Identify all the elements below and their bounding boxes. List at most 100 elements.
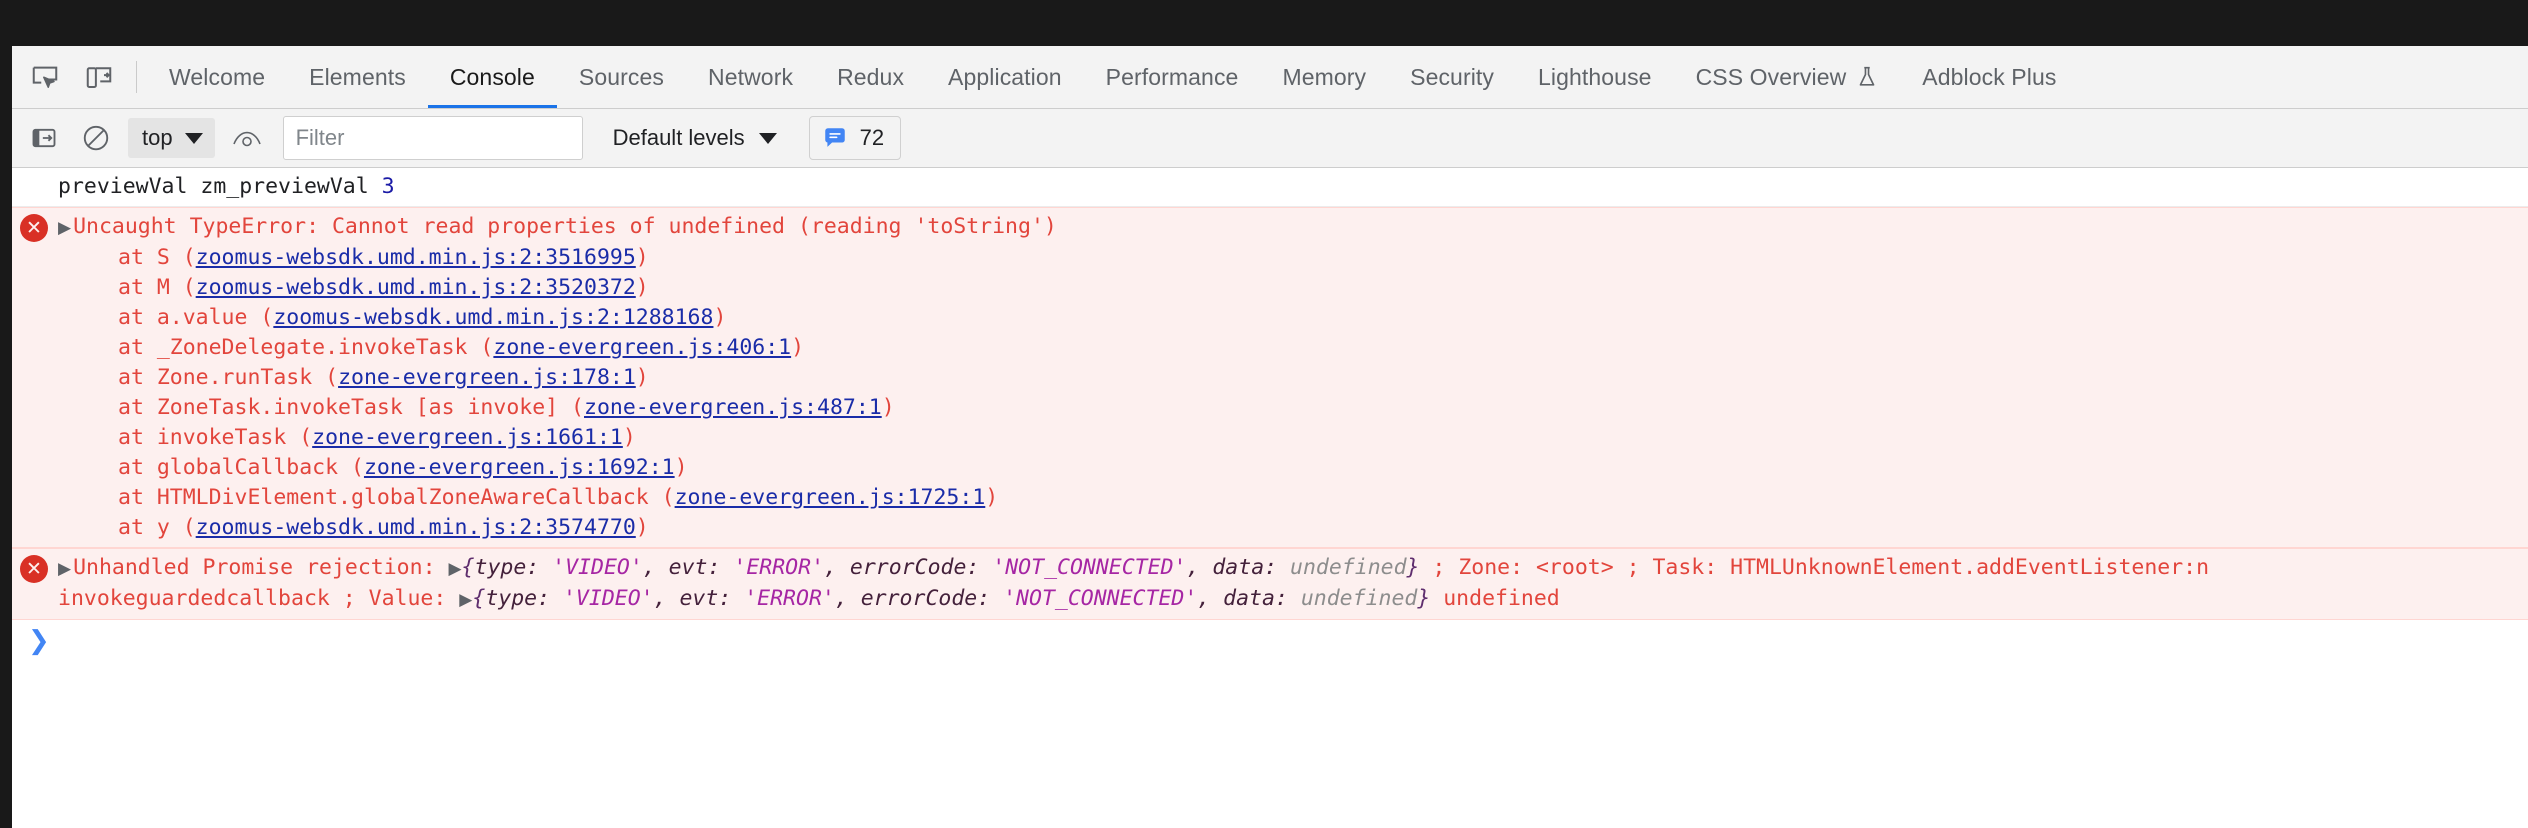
error-object-preview[interactable]: {type: 'VIDEO', evt: 'ERROR', errorCode:… xyxy=(462,555,1420,580)
stack-frame: at globalCallback (zone-evergreen.js:169… xyxy=(58,453,1057,483)
tab-lighthouse[interactable]: Lighthouse xyxy=(1516,46,1674,108)
object-value: 'ERROR' xyxy=(733,555,825,580)
inspect-element-icon[interactable] xyxy=(18,50,72,104)
expand-arrow-icon[interactable]: ▶ xyxy=(58,559,71,579)
object-key: evt: xyxy=(679,586,745,611)
tab-label: Lighthouse xyxy=(1538,63,1652,90)
filter-input[interactable]: Filter xyxy=(282,116,583,160)
source-link[interactable]: zone-evergreen.js:1692:1 xyxy=(364,455,675,480)
object-key: type: xyxy=(474,555,553,580)
object-value-undefined: undefined xyxy=(1290,555,1407,580)
tab-network[interactable]: Network xyxy=(686,46,815,108)
tab-sources[interactable]: Sources xyxy=(557,46,686,108)
tab-security[interactable]: Security xyxy=(1388,46,1516,108)
expand-arrow-icon[interactable]: ▶ xyxy=(58,218,71,238)
source-link[interactable]: zone-evergreen.js:487:1 xyxy=(584,395,882,420)
stack-frame: at invokeTask (zone-evergreen.js:1661:1) xyxy=(58,423,1057,453)
stack-frame-prefix: at S ( xyxy=(118,245,196,270)
stack-frame-prefix: at ZoneTask.invokeTask [as invoke] ( xyxy=(118,395,584,420)
tab-label: Security xyxy=(1410,63,1495,90)
stack-frame-suffix: ) xyxy=(622,425,636,450)
speech-bubble-icon xyxy=(822,125,848,151)
tab-elements[interactable]: Elements xyxy=(287,46,428,108)
tab-redux[interactable]: Redux xyxy=(815,46,926,108)
devtools-panel: Welcome Elements Console Sources Network… xyxy=(12,46,2528,828)
stack-frame-suffix: ) xyxy=(635,275,649,300)
source-link[interactable]: zoomus-websdk.umd.min.js:2:3520372 xyxy=(196,275,636,300)
console-error-message[interactable]: ✕ ▶Unhandled Promise rejection: ▶{type: … xyxy=(12,548,2528,620)
error-second-line: invokeguardedcallback ; Value: ▶{type: '… xyxy=(58,584,2209,615)
stack-frame: at ZoneTask.invokeTask [as invoke] (zone… xyxy=(58,393,1057,423)
tab-label: Sources xyxy=(578,63,664,90)
browser-top-strip xyxy=(0,0,2528,46)
object-value: 'VIDEO' xyxy=(562,586,654,611)
console-error-message[interactable]: ✕ ▶Uncaught TypeError: Cannot read prope… xyxy=(12,207,2528,548)
console-message-list[interactable]: previewVal zm_previewVal 3 ✕ ▶Uncaught T… xyxy=(12,168,2528,828)
error-title: Unhandled Promise rejection: xyxy=(73,555,449,580)
stack-frame-prefix: at _ZoneDelegate.invokeTask ( xyxy=(118,335,494,360)
tab-label: Welcome xyxy=(169,63,266,90)
log-message-value: 3 xyxy=(381,174,395,199)
error-title: Uncaught TypeError: Cannot read properti… xyxy=(73,214,1057,239)
clear-console-icon[interactable] xyxy=(72,116,120,160)
source-link[interactable]: zone-evergreen.js:1725:1 xyxy=(675,485,986,510)
object-value: 'NOT_CONNECTED' xyxy=(1003,586,1198,611)
tab-performance[interactable]: Performance xyxy=(1084,46,1261,108)
log-message-body: previewVal zm_previewVal 3 xyxy=(58,172,395,202)
stack-frame-prefix: at globalCallback ( xyxy=(118,455,364,480)
tab-label: Performance xyxy=(1105,63,1239,90)
tab-application[interactable]: Application xyxy=(926,46,1084,108)
source-link[interactable]: zone-evergreen.js:406:1 xyxy=(493,335,791,360)
object-expand-arrow-icon[interactable]: ▶ xyxy=(448,559,461,579)
console-log-message[interactable]: previewVal zm_previewVal 3 xyxy=(12,168,2528,207)
stack-frame: at y (zoomus-websdk.umd.min.js:2:3574770… xyxy=(58,513,1057,543)
source-link[interactable]: zoomus-websdk.umd.min.js:2:3516995 xyxy=(196,245,636,270)
stack-frame-prefix: at invokeTask ( xyxy=(118,425,313,450)
error-line2-prefix: invokeguardedcallback ; Value: xyxy=(58,586,460,611)
tab-console[interactable]: Console xyxy=(428,46,557,108)
object-value: 'VIDEO' xyxy=(552,555,643,580)
log-levels-value: Default levels xyxy=(612,125,745,150)
tab-memory[interactable]: Memory xyxy=(1260,46,1388,108)
left-dark-rail xyxy=(0,46,12,828)
error-message-body: ▶Unhandled Promise rejection: ▶{type: 'V… xyxy=(58,553,2209,615)
source-link[interactable]: zoomus-websdk.umd.min.js:2:1288168 xyxy=(273,305,713,330)
tab-label: Adblock Plus xyxy=(1922,63,2057,90)
object-open-brace: { xyxy=(461,555,475,580)
tab-css-overview[interactable]: CSS Overview xyxy=(1674,46,1901,108)
tab-adblock-plus[interactable]: Adblock Plus xyxy=(1900,46,2078,108)
source-link[interactable]: zone-evergreen.js:1661:1 xyxy=(312,425,623,450)
tab-label: Redux xyxy=(837,63,905,90)
tab-welcome[interactable]: Welcome xyxy=(147,46,287,108)
log-message-text: previewVal zm_previewVal xyxy=(58,174,382,199)
stack-frame: at S (zoomus-websdk.umd.min.js:2:3516995… xyxy=(58,243,1057,273)
execution-context-selector[interactable]: top xyxy=(128,118,215,158)
stack-frame-suffix: ) xyxy=(635,515,649,540)
create-live-expression-icon[interactable] xyxy=(219,116,275,160)
object-key: errorCode: xyxy=(849,555,993,580)
error-circle-icon: ✕ xyxy=(20,214,48,242)
source-link[interactable]: zone-evergreen.js:178:1 xyxy=(338,365,636,390)
stack-frame-prefix: at M ( xyxy=(118,275,196,300)
console-sidebar-toggle[interactable] xyxy=(20,116,68,160)
message-count-badge[interactable]: 72 xyxy=(808,116,902,160)
device-toolbar-icon[interactable] xyxy=(72,50,126,104)
stack-frame-suffix: ) xyxy=(881,395,895,420)
error-tail-text: ; Zone: <root> ; Task: HTMLUnknownElemen… xyxy=(1419,555,2210,580)
object-separator: , xyxy=(642,555,669,580)
source-link[interactable]: zoomus-websdk.umd.min.js:2:3574770 xyxy=(196,515,636,540)
console-prompt[interactable]: ❯ xyxy=(12,620,2528,656)
execution-context-value: top xyxy=(142,125,173,150)
prompt-caret-icon: ❯ xyxy=(28,626,50,656)
chevron-down-icon xyxy=(758,132,777,144)
log-levels-selector[interactable]: Default levels xyxy=(599,118,791,158)
error-object-preview[interactable]: {type: 'VIDEO', evt: 'ERROR', errorCode:… xyxy=(472,586,1430,611)
error-line2-tail: undefined xyxy=(1430,586,1560,611)
object-expand-arrow-icon[interactable]: ▶ xyxy=(459,590,472,610)
stack-frame: at HTMLDivElement.globalZoneAwareCallbac… xyxy=(58,483,1057,513)
stack-frame: at _ZoneDelegate.invokeTask (zone-evergr… xyxy=(58,333,1057,363)
chevron-down-icon xyxy=(184,132,203,144)
object-key: evt: xyxy=(668,555,734,580)
object-separator: , xyxy=(824,555,850,580)
tab-label: Application xyxy=(948,63,1062,90)
